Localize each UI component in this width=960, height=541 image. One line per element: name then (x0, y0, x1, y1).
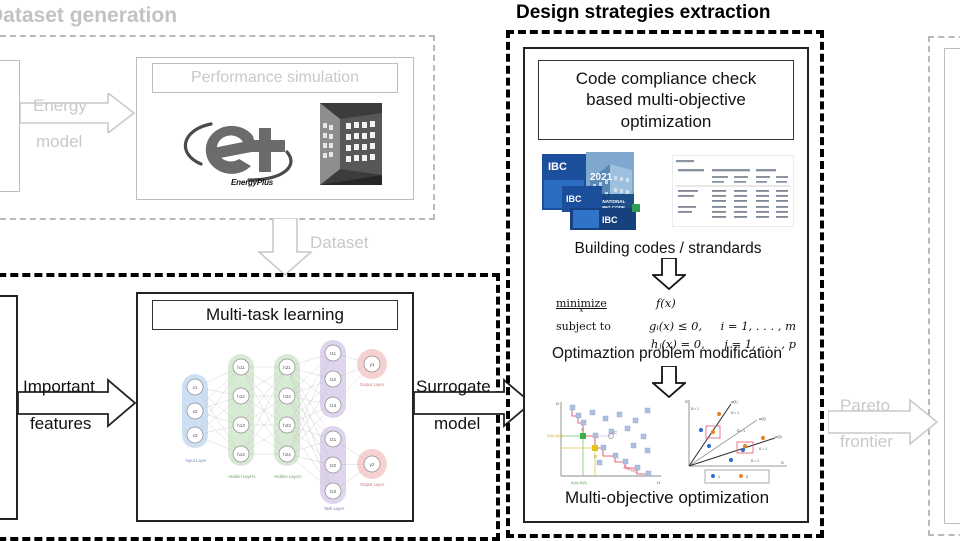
math-subject-keyword: subject to (556, 320, 611, 333)
energyplus-wordmark: EnergyPlus (231, 178, 274, 187)
svg-text:w(1): w(1) (731, 400, 738, 404)
svg-text:x1: x1 (193, 385, 198, 390)
dataset-generation-title: Dataset generation (0, 4, 178, 27)
svg-text:h12: h12 (237, 394, 245, 399)
math-objective: f(x) (656, 296, 676, 310)
svg-text:f1(A)=f1(B): f1(A)=f1(B) (571, 481, 587, 485)
optimization-formulation: minimize x f(x) subject to gᵢ(x) ≤ 0, i … (556, 296, 796, 351)
feature-source-box-left (0, 295, 18, 520)
nn-task-layer-label: Task Layer (323, 506, 345, 511)
svg-text:h14: h14 (237, 452, 245, 457)
svg-text:f2 = 1: f2 = 1 (731, 411, 739, 415)
optimization-problem-caption: Optimaztion problem modification (551, 345, 783, 362)
svg-text:IBC: IBC (566, 194, 582, 204)
svg-text:x2: x2 (193, 409, 198, 414)
math-minimize-keyword: minimize x (556, 297, 607, 314)
svg-text:y2: y2 (370, 462, 375, 467)
svg-text:f2 = 1: f2 = 1 (691, 407, 699, 411)
energy-model-arrow-label-line1: Energy (33, 96, 87, 115)
reference-ray-chart: f2 f1 w(1) w(2) w(3) f2 = 1 f2 = 1 f2 = … (675, 394, 793, 486)
design-strategies-title: Design strategies extraction (516, 2, 771, 23)
svg-text:f2: f2 (685, 400, 688, 404)
svg-text:f2 = 1: f2 = 1 (737, 429, 745, 433)
right-panel-inner-box (944, 48, 960, 524)
diagram-canvas: Dataset generation Energy model Performa… (0, 0, 960, 541)
svg-text:h23: h23 (283, 423, 291, 428)
neural-network-illustration: x1 x2 x3 h11 h12 h13 h14 h21 h22 h23 h24 t11 t1… (176, 338, 394, 518)
svg-text:h11: h11 (237, 365, 245, 370)
svg-text:2021: 2021 (590, 172, 613, 183)
nn-output-layer2-label: Output Layer (359, 482, 385, 487)
nn-hidden-layer1-label: Hidden Layer1 (228, 474, 256, 479)
building-codes-caption: Building codes / strandards (574, 240, 762, 257)
surrogate-model-label-line1: Surrogate (416, 377, 491, 396)
svg-text:t22: t22 (330, 463, 337, 468)
math-row-minimize: minimize x f(x) (556, 296, 796, 314)
pareto-frontier-chart: f2 f1 A B C Pareto f2(A)=f2(B) f1(A)=f1(… (545, 396, 667, 488)
math-constraint1: gᵢ(x) ≤ 0, (649, 319, 703, 333)
dataset-arrow-label: Dataset (310, 233, 369, 252)
code-compliance-header-box: Code compliance check based multi-object… (538, 60, 794, 140)
svg-text:2: 2 (746, 475, 748, 479)
svg-text:1: 1 (718, 475, 720, 479)
svg-text:t23: t23 (330, 489, 337, 494)
code-table-thumbnail (671, 154, 795, 228)
performance-simulation-label: Performance simulation (152, 63, 398, 93)
svg-text:IBC: IBC (548, 161, 567, 173)
input-source-box-left (0, 60, 20, 192)
multi-task-learning-label: Multi-task learning (152, 300, 398, 330)
svg-text:A: A (581, 427, 584, 432)
nn-hidden-layer2-label: Hidden Layer2 (274, 474, 302, 479)
surrogate-model-label-line2: model (434, 414, 481, 433)
svg-text:t21: t21 (330, 437, 337, 442)
svg-text:t12: t12 (330, 377, 337, 382)
svg-text:y1: y1 (370, 362, 375, 367)
svg-text:IBC: IBC (602, 215, 618, 225)
svg-text:h22: h22 (283, 394, 291, 399)
building-render-thumbnail (320, 103, 382, 185)
svg-text:x3: x3 (193, 433, 198, 438)
svg-text:w(3): w(3) (775, 435, 782, 439)
important-features-label-line1: Important (23, 377, 95, 396)
svg-text:w(2): w(2) (759, 417, 766, 421)
pareto-frontier-label-line2: frontier (840, 432, 893, 451)
svg-text:f2(A)=f2(B): f2(A)=f2(B) (547, 434, 563, 438)
dataset-arrow (255, 218, 315, 276)
code-compliance-line1: Code compliance check (575, 69, 757, 89)
codes-to-problem-arrow (652, 258, 686, 290)
code-compliance-line2: based multi-objective (586, 90, 746, 110)
svg-text:h13: h13 (237, 423, 245, 428)
svg-text:t13: t13 (330, 403, 337, 408)
building-codes-books-image: IBC 2021 INTERNATIONAL BUILDING CODE IBC (540, 150, 670, 232)
svg-text:t11: t11 (330, 351, 336, 356)
svg-text:f1 = 1: f1 = 1 (751, 459, 759, 463)
math-row-constraint1: subject to gᵢ(x) ≤ 0, i = 1, . . . , m (556, 319, 796, 333)
multi-objective-optimization-caption: Multi-objective optimization (564, 488, 770, 507)
code-compliance-line3: optimization (620, 111, 712, 131)
energy-model-arrow-label-line2: model (36, 132, 83, 151)
svg-text:f1: f1 (781, 461, 784, 465)
pareto-frontier-label-line1: Pareto (840, 396, 891, 415)
nn-input-layer-label: Input Layer (185, 458, 207, 463)
energyplus-logo: EnergyPlus (175, 100, 315, 192)
nn-output-layer-label: Output Layer (359, 382, 385, 387)
svg-text:f1 = 1: f1 = 1 (759, 447, 767, 451)
important-features-label-line2: features (30, 414, 92, 433)
svg-text:h21: h21 (283, 365, 291, 370)
svg-text:C: C (614, 430, 617, 435)
svg-text:B: B (594, 454, 597, 459)
math-minimize-var: x (579, 306, 584, 314)
math-constraint1-range: i = 1, . . . , m (720, 319, 796, 333)
svg-text:h24: h24 (283, 452, 291, 457)
